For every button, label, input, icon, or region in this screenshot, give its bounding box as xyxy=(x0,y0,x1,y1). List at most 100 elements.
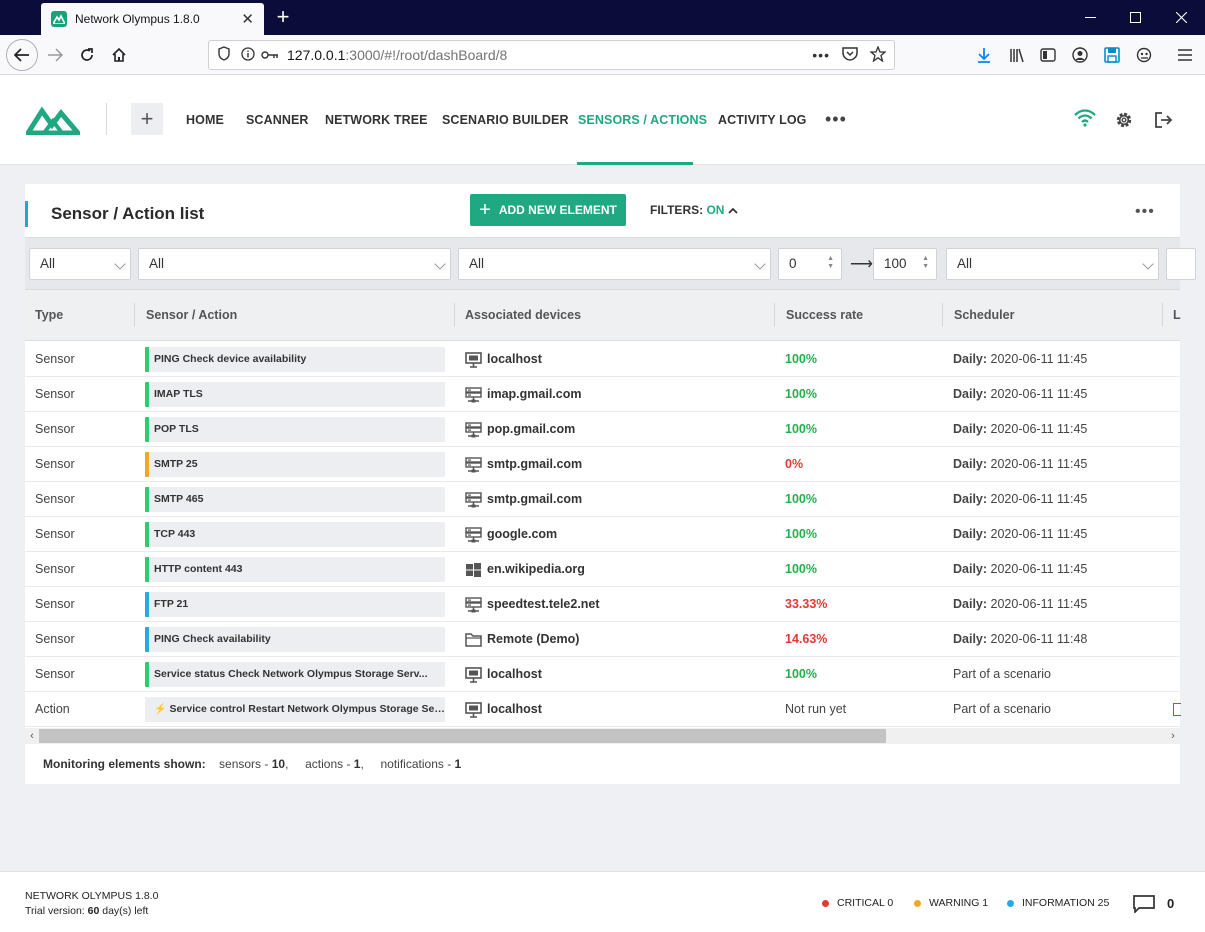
type-filter-select[interactable]: All xyxy=(29,248,131,280)
messages-icon[interactable] xyxy=(1133,895,1155,916)
spinner-icon[interactable]: ▲ ▼ xyxy=(827,255,834,271)
settings-gear-icon[interactable] xyxy=(1115,111,1133,132)
device-name[interactable]: speedtest.tele2.net xyxy=(487,587,600,622)
save-extension-icon[interactable] xyxy=(1097,40,1127,70)
column-success-rate[interactable]: Success rate xyxy=(776,290,863,341)
menu-scanner[interactable]: SCANNER xyxy=(246,75,309,165)
logout-icon[interactable] xyxy=(1155,112,1173,131)
column-last[interactable]: L xyxy=(1163,290,1181,341)
key-icon[interactable] xyxy=(261,48,279,63)
device-name[interactable]: smtp.gmail.com xyxy=(487,482,582,517)
minimize-button[interactable] xyxy=(1067,0,1113,35)
hamburger-menu-icon[interactable] xyxy=(1170,40,1200,70)
scrollbar-thumb[interactable] xyxy=(39,729,886,743)
network-olympus-logo[interactable] xyxy=(23,105,84,138)
url-bar[interactable]: 127.0.0.1:3000/#!/root/dashBoard/8 ••• xyxy=(208,40,895,70)
column-type[interactable]: Type xyxy=(25,290,63,341)
table-row[interactable]: Sensor IMAP TLS imap.gmail.com 100% Dail… xyxy=(25,377,1180,412)
device-name[interactable]: en.wikipedia.org xyxy=(487,552,585,587)
table-row[interactable]: Sensor PING Check device availability lo… xyxy=(25,342,1180,377)
device-name[interactable]: google.com xyxy=(487,517,557,552)
table-row[interactable]: Sensor SMTP 25 smtp.gmail.com 0% Daily: … xyxy=(25,447,1180,482)
column-sensor-action[interactable]: Sensor / Action xyxy=(136,290,237,341)
scroll-right-icon[interactable]: › xyxy=(1166,728,1180,744)
menu-activity-log[interactable]: ACTIVITY LOG xyxy=(718,75,806,165)
table-row[interactable]: Sensor HTTP content 443 en.wikipedia.org… xyxy=(25,552,1180,587)
sensor-filter-select[interactable]: All xyxy=(138,248,451,280)
menu-home[interactable]: HOME xyxy=(186,75,224,165)
device-name[interactable]: imap.gmail.com xyxy=(487,377,581,412)
table-row[interactable]: Sensor FTP 21 speedtest.tele2.net 33.33%… xyxy=(25,587,1180,622)
table-row[interactable]: Sensor TCP 443 google.com 100% Daily: 20… xyxy=(25,517,1180,552)
sensor-name-pill[interactable]: SMTP 25 xyxy=(145,452,445,477)
rate-min-input[interactable]: 0 ▲ ▼ xyxy=(778,248,842,280)
sensor-name: Service control Restart Network Olympus … xyxy=(169,703,445,715)
tab-close-icon[interactable]: ✕ xyxy=(241,10,254,28)
information-status[interactable]: INFORMATION 25 xyxy=(1007,897,1109,909)
new-tab-button[interactable]: + xyxy=(270,4,296,30)
sensor-name-pill[interactable]: FTP 21 xyxy=(145,592,445,617)
back-button[interactable] xyxy=(6,39,38,71)
next-filter-select[interactable] xyxy=(1166,248,1196,280)
spinner-icon[interactable]: ▲ ▼ xyxy=(922,255,929,271)
browser-tab[interactable]: Network Olympus 1.8.0 ✕ xyxy=(41,3,264,35)
shield-icon[interactable] xyxy=(217,46,231,64)
warning-status[interactable]: WARNING 1 xyxy=(914,897,988,909)
table-row[interactable]: Sensor POP TLS pop.gmail.com 100% Daily:… xyxy=(25,412,1180,447)
critical-status[interactable]: CRITICAL 0 xyxy=(822,897,893,909)
sensor-name-pill[interactable]: TCP 443 xyxy=(145,522,445,547)
success-rate: 0% xyxy=(785,457,804,471)
filters-toggle[interactable]: FILTERS: ON xyxy=(650,203,738,217)
sensor-name-pill[interactable]: PING Check device availability xyxy=(145,347,445,372)
pocket-icon[interactable] xyxy=(842,46,858,64)
devices-filter-select[interactable]: All xyxy=(458,248,771,280)
rate-max-input[interactable]: 100 ▲ ▼ xyxy=(873,248,937,280)
column-associated-devices[interactable]: Associated devices xyxy=(455,290,581,341)
device-name[interactable]: localhost xyxy=(487,342,542,377)
menu-sensors-actions[interactable]: SENSORS / ACTIONS xyxy=(578,75,707,165)
notification-flag-icon[interactable] xyxy=(1173,703,1181,716)
sensor-name-pill[interactable]: PING Check availability xyxy=(145,627,445,652)
sensor-name-pill[interactable]: ⚡ Service control Restart Network Olympus… xyxy=(145,697,445,722)
card-more-icon[interactable]: ••• xyxy=(1135,204,1155,220)
table-row[interactable]: Sensor Service status Check Network Olym… xyxy=(25,657,1180,692)
forward-button[interactable] xyxy=(40,40,70,70)
reload-icon[interactable] xyxy=(72,40,102,70)
scheduler-value: Daily: 2020-06-11 11:45 xyxy=(953,482,1087,517)
menu-network-tree[interactable]: NETWORK TREE xyxy=(325,75,428,165)
info-icon[interactable] xyxy=(241,46,255,64)
scheduler-time: Part of a scenario xyxy=(953,702,1051,716)
library-icon[interactable] xyxy=(1002,40,1032,70)
wifi-icon[interactable] xyxy=(1074,109,1096,130)
maximize-button[interactable] xyxy=(1112,0,1158,35)
sensor-name-pill[interactable]: Service status Check Network Olympus Sto… xyxy=(145,662,445,687)
device-name[interactable]: localhost xyxy=(487,657,542,692)
page-actions-icon[interactable]: ••• xyxy=(812,47,830,63)
sidebar-icon[interactable] xyxy=(1033,40,1063,70)
sensor-name-pill[interactable]: HTTP content 443 xyxy=(145,557,445,582)
bookmark-star-icon[interactable] xyxy=(869,44,887,65)
home-icon[interactable] xyxy=(104,40,134,70)
device-name[interactable]: localhost xyxy=(487,692,542,727)
sensor-name-pill[interactable]: IMAP TLS xyxy=(145,382,445,407)
sensor-name-pill[interactable]: SMTP 465 xyxy=(145,487,445,512)
scheduler-filter-select[interactable]: All xyxy=(946,248,1159,280)
table-row[interactable]: Sensor PING Check availability Remote (D… xyxy=(25,622,1180,657)
scroll-left-icon[interactable]: ‹ xyxy=(25,728,39,744)
horizontal-scrollbar[interactable]: ‹ › xyxy=(25,728,1180,744)
sensor-name-pill[interactable]: POP TLS xyxy=(145,417,445,442)
table-row[interactable]: Sensor SMTP 465 smtp.gmail.com 100% Dail… xyxy=(25,482,1180,517)
more-menu-icon[interactable]: ••• xyxy=(825,110,847,128)
extension-icon[interactable] xyxy=(1129,40,1159,70)
device-name[interactable]: Remote (Demo) xyxy=(487,622,579,657)
add-button[interactable]: + xyxy=(131,103,163,135)
device-name[interactable]: smtp.gmail.com xyxy=(487,447,582,482)
table-row[interactable]: Action ⚡ Service control Restart Network … xyxy=(25,692,1181,727)
close-window-button[interactable] xyxy=(1158,0,1204,35)
menu-scenario-builder[interactable]: SCENARIO BUILDER xyxy=(442,75,569,165)
add-new-element-button[interactable]: + ADD NEW ELEMENT xyxy=(470,194,626,226)
account-icon[interactable] xyxy=(1065,40,1095,70)
device-name[interactable]: pop.gmail.com xyxy=(487,412,575,447)
download-icon[interactable] xyxy=(969,40,999,70)
column-scheduler[interactable]: Scheduler xyxy=(944,290,1014,341)
